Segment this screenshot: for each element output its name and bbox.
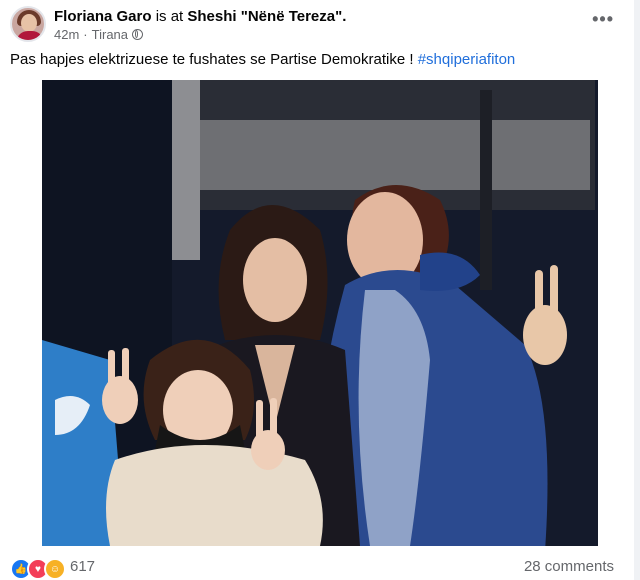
checkin-connector: is at <box>151 8 188 25</box>
scrollbar[interactable] <box>634 0 640 580</box>
post-place[interactable]: Tirana <box>92 27 128 42</box>
hashtag-link[interactable]: #shqiperiafiton <box>418 51 516 68</box>
post-meta: 42m · Tirana <box>54 27 144 42</box>
photo-illustration <box>0 80 640 546</box>
post-header: Floriana Garo is at Sheshi "Nënë Tereza"… <box>54 8 346 26</box>
post-photo[interactable] <box>0 80 640 546</box>
post-footer: 👍 ♥ ☺ 617 28 comments <box>0 550 640 580</box>
post-time[interactable]: 42m <box>54 27 79 42</box>
meta-separator: · <box>83 27 88 42</box>
reaction-icons[interactable]: 👍 ♥ ☺ <box>10 558 66 580</box>
reaction-count[interactable]: 617 <box>70 558 95 576</box>
author-avatar[interactable] <box>10 6 46 42</box>
care-icon: ☺ <box>44 558 66 580</box>
more-options-icon[interactable]: ••• <box>592 10 614 28</box>
post-caption: Pas hapjes elektrizuese te fushates se P… <box>10 51 515 69</box>
location-link[interactable]: Sheshi "Nënë Tereza". <box>187 8 346 25</box>
globe-icon <box>132 29 144 40</box>
comments-link[interactable]: 28 comments <box>524 558 614 576</box>
post-card: Floriana Garo is at Sheshi "Nënë Tereza"… <box>0 0 640 580</box>
caption-text: Pas hapjes elektrizuese te fushates se P… <box>10 51 418 68</box>
author-name[interactable]: Floriana Garo <box>54 8 152 25</box>
